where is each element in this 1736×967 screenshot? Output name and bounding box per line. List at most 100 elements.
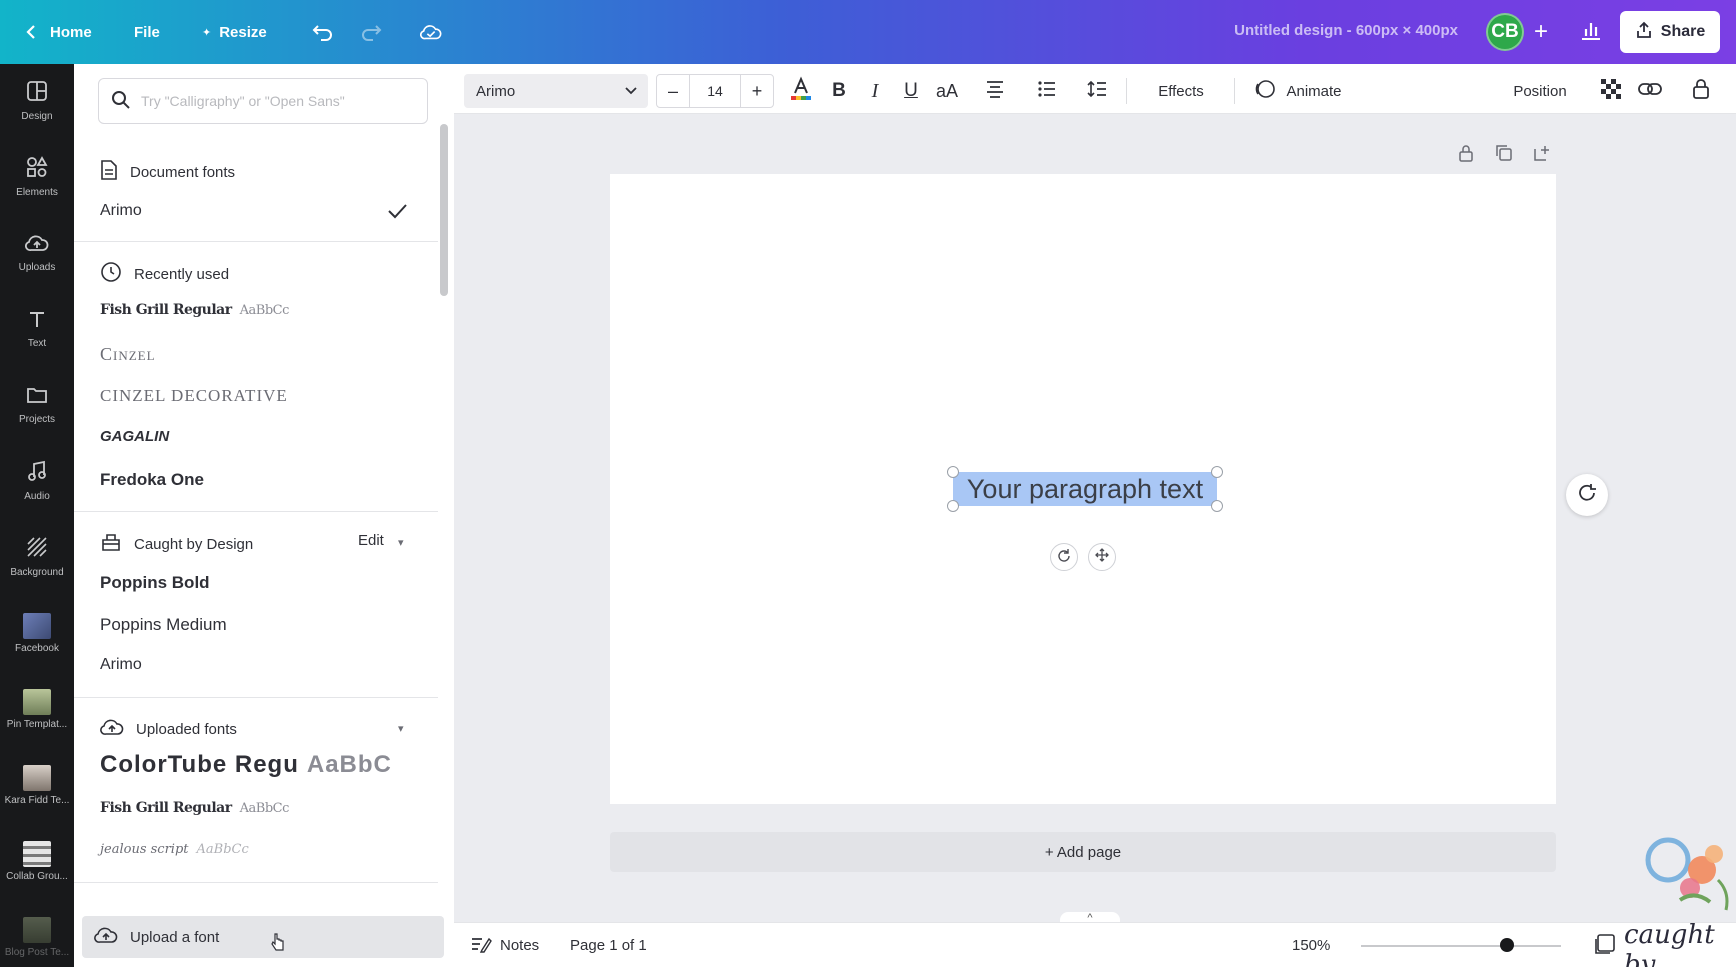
italic-icon: I <box>871 79 879 102</box>
italic-button[interactable]: I <box>860 74 890 108</box>
font-name: Cinzel Decorative <box>100 386 288 405</box>
divider <box>74 882 438 883</box>
bottom-bar: Notes Page 1 of 1 150% <box>454 922 1736 967</box>
position-button[interactable]: Position <box>1494 74 1586 108</box>
selected-text-box[interactable]: Your paragraph text <box>953 472 1217 506</box>
underline-button[interactable]: U <box>896 74 926 108</box>
collapse-caret-icon[interactable]: ▾ <box>398 722 404 735</box>
top-bar: Home File ✦ Resize Untitled design - 600… <box>0 0 1736 64</box>
rail-item-projects[interactable]: Projects <box>0 370 74 440</box>
bold-button[interactable]: B <box>824 74 854 108</box>
font-option-cinzel-decorative[interactable]: Cinzel Decorative <box>100 386 288 406</box>
font-option-fish-grill-uploaded[interactable]: Fish Grill Regular AaBbCc <box>100 800 289 816</box>
font-option-fish-grill[interactable]: Fish Grill Regular AaBbCc <box>100 302 289 318</box>
share-button[interactable]: Share <box>1620 11 1720 53</box>
font-name: ColorTube Regu <box>100 751 299 778</box>
link-button[interactable] <box>1634 74 1666 108</box>
align-button[interactable] <box>980 74 1010 108</box>
font-size-value[interactable]: 14 <box>689 75 741 107</box>
page-grid-button[interactable] <box>1594 923 1616 967</box>
rail-item-text[interactable]: Text <box>0 294 74 364</box>
move-icon <box>1095 547 1109 567</box>
edit-brand-fonts-button[interactable]: Edit <box>358 532 384 549</box>
list-button[interactable] <box>1032 74 1062 108</box>
kara-fidd-thumbnail <box>23 764 51 791</box>
font-name: GAGALIN <box>100 428 170 445</box>
add-collaborator-button[interactable]: + <box>1528 16 1554 48</box>
page-lock-button[interactable] <box>1455 144 1477 166</box>
background-pattern-icon <box>26 536 48 563</box>
resize-handle[interactable] <box>1211 466 1223 478</box>
rail-item-uploads[interactable]: Uploads <box>0 218 74 288</box>
increase-size-button[interactable]: + <box>741 75 773 107</box>
font-family-select[interactable]: Arimo <box>464 74 648 108</box>
font-option-jealous-script[interactable]: jealous script AaBbCc <box>100 842 249 857</box>
zoom-value[interactable]: 150% <box>1292 923 1330 967</box>
rail-item-collab-group[interactable]: Collab Grou... <box>0 826 74 896</box>
collapse-caret-icon[interactable]: ▾ <box>398 536 404 549</box>
resize-button[interactable]: ✦ Resize <box>202 0 267 64</box>
spacing-button[interactable] <box>1082 74 1112 108</box>
page-indicator[interactable]: Page 1 of 1 <box>570 923 647 967</box>
rotate-button[interactable] <box>1050 543 1078 571</box>
font-option-poppins-medium[interactable]: Poppins Medium <box>100 615 227 635</box>
animate-button[interactable]: Animate <box>1232 74 1364 108</box>
home-button[interactable]: Home <box>20 0 92 64</box>
lock-button[interactable] <box>1686 74 1716 108</box>
rail-label: Background <box>10 567 64 578</box>
layout-icon <box>26 80 48 107</box>
insights-button[interactable] <box>1574 16 1608 48</box>
add-page-top-button[interactable] <box>1531 144 1553 166</box>
signature-watermark: caught by <box>1624 920 1715 967</box>
decrease-size-button[interactable]: – <box>657 75 689 107</box>
notes-label: Notes <box>500 937 540 954</box>
avatar[interactable]: CB <box>1486 13 1524 51</box>
rail-item-design[interactable]: Design <box>0 66 74 136</box>
font-option-colortube[interactable]: ColorTube Regu AaBbC <box>100 751 392 779</box>
design-title[interactable]: Untitled design - 600px × 400px <box>1234 22 1458 39</box>
zoom-slider-track[interactable] <box>1361 945 1561 947</box>
font-search-input[interactable]: Try "Calligraphy" or "Open Sans" <box>98 78 428 124</box>
rail-item-pin-templates[interactable]: Pin Templat... <box>0 674 74 744</box>
resize-handle[interactable] <box>947 500 959 512</box>
file-menu[interactable]: File <box>134 0 160 64</box>
add-page-button[interactable]: + Add page <box>610 832 1556 872</box>
redo-button[interactable] <box>360 0 382 64</box>
notes-button[interactable]: Notes <box>470 923 539 967</box>
resize-handle[interactable] <box>1211 500 1223 512</box>
bold-icon: B <box>832 80 846 101</box>
resize-handle[interactable] <box>947 466 959 478</box>
save-status-button[interactable] <box>420 0 442 64</box>
font-option-arimo-brand[interactable]: Arimo <box>100 656 142 674</box>
upload-font-label: Upload a font <box>130 928 220 946</box>
font-family-value: Arimo <box>476 82 516 100</box>
move-button[interactable] <box>1088 543 1116 571</box>
undo-button[interactable] <box>312 0 334 64</box>
letter-case-icon: aA <box>935 80 959 101</box>
rail-label: Blog Post Te... <box>4 946 70 958</box>
zoom-slider-knob[interactable] <box>1500 938 1514 952</box>
font-option-cinzel[interactable]: Cinzel <box>100 344 156 365</box>
effects-button[interactable]: Effects <box>1136 74 1226 108</box>
text-color-button[interactable] <box>786 74 816 108</box>
font-option-arimo[interactable]: Arimo <box>100 202 142 220</box>
upload-font-button[interactable]: Upload a font <box>82 916 444 958</box>
rail-item-kara-fidd[interactable]: Kara Fidd Te... <box>0 750 74 820</box>
refresh-assistant-button[interactable] <box>1566 474 1608 516</box>
rail-item-facebook[interactable]: Facebook <box>0 598 74 668</box>
duplicate-page-button[interactable] <box>1493 144 1515 166</box>
rail-item-audio[interactable]: Audio <box>0 446 74 516</box>
lock-icon <box>1458 144 1474 167</box>
font-option-poppins-bold[interactable]: Poppins Bold <box>100 573 210 593</box>
rail-item-elements[interactable]: Elements <box>0 142 74 212</box>
font-option-fredoka-one[interactable]: Fredoka One <box>100 470 204 490</box>
rail-item-blog-post[interactable]: Blog Post Te... <box>0 902 74 967</box>
letter-case-button[interactable]: aA <box>930 74 964 108</box>
duplicate-icon <box>1495 144 1513 167</box>
transparency-button[interactable] <box>1596 74 1626 108</box>
rail-item-background[interactable]: Background <box>0 522 74 592</box>
panel-scrollbar[interactable] <box>440 124 448 296</box>
section-title: Uploaded fonts <box>136 720 237 738</box>
font-option-gagalin[interactable]: GAGALIN <box>100 428 169 445</box>
clock-icon <box>100 261 122 287</box>
